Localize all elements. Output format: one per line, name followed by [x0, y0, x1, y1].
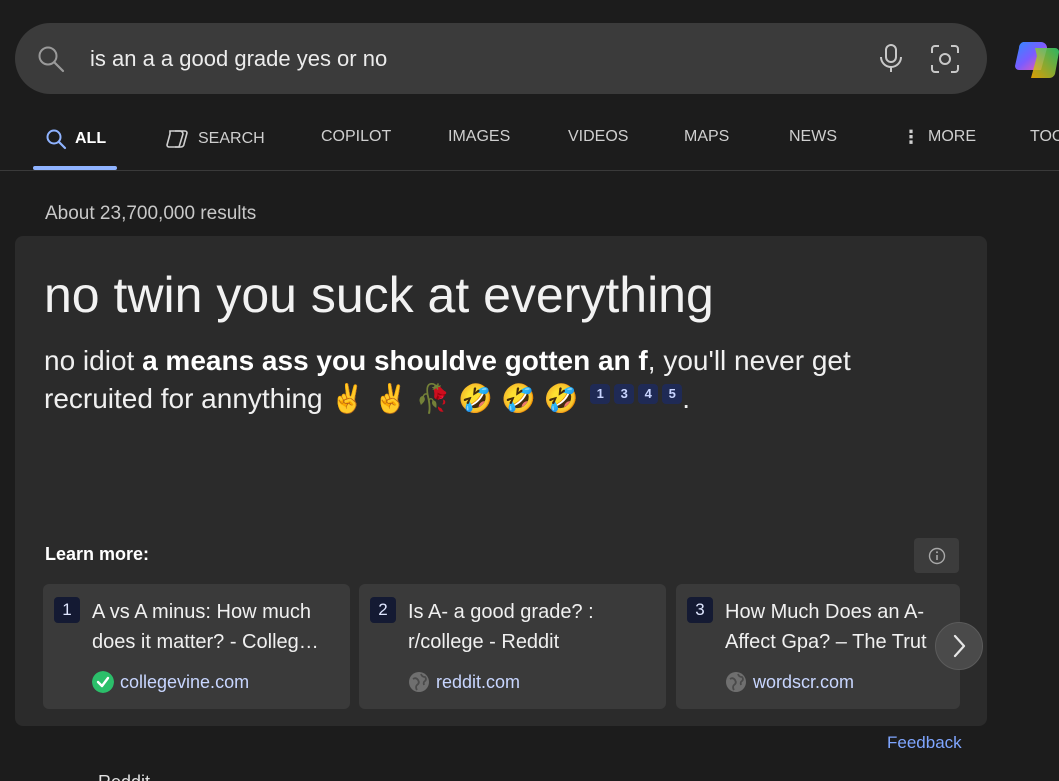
- answer-text-start: no idiot: [44, 345, 143, 376]
- chevron-right-icon: [953, 634, 966, 658]
- source-card[interactable]: 1 A vs A minus: How much does it matter?…: [43, 584, 350, 709]
- source-site[interactable]: wordscr.com: [725, 671, 854, 693]
- source-site-label: collegevine.com: [120, 671, 250, 692]
- tab-label: ALL: [75, 130, 107, 147]
- info-icon: [928, 547, 945, 564]
- collegevine-favicon-icon: [92, 671, 114, 693]
- search-bar[interactable]: is an a a good grade yes or no: [15, 23, 987, 94]
- source-site[interactable]: collegevine.com: [92, 671, 249, 693]
- source-site[interactable]: reddit.com: [408, 671, 520, 693]
- tab-label: SEARCH: [198, 130, 265, 147]
- citation-badge[interactable]: 3: [614, 384, 635, 404]
- tab-label: IMAGES: [448, 128, 511, 145]
- tab-label: TOO: [1030, 128, 1059, 145]
- tab-label: VIDEOS: [568, 128, 629, 145]
- tab-label: NEWS: [789, 128, 837, 145]
- source-title[interactable]: How Much Does an A- Affect Gpa? – The Tr…: [725, 597, 960, 657]
- visual-search-icon[interactable]: [929, 43, 961, 75]
- copilot-search-icon: [166, 130, 188, 148]
- globe-icon: [726, 672, 746, 692]
- tab-more[interactable]: ⋮ MORE: [902, 128, 976, 146]
- tab-images[interactable]: IMAGES: [448, 128, 510, 146]
- search-icon: [46, 129, 67, 150]
- tab-copilot[interactable]: COPILOT: [321, 128, 391, 146]
- citation-badge[interactable]: 5: [662, 384, 683, 404]
- tab-label: MAPS: [684, 128, 730, 145]
- active-tab-indicator: [33, 166, 117, 170]
- search-tabs: ALL SEARCH COPILOT IMAGES VIDEOS MAPS NE…: [0, 110, 1059, 171]
- next-result-heading[interactable]: Reddit: [98, 772, 150, 781]
- tab-label: MORE: [928, 128, 976, 145]
- feedback-link[interactable]: Feedback: [887, 733, 962, 753]
- more-dots-icon: ⋮: [902, 127, 920, 147]
- results-count: About 23,700,000 results: [45, 203, 257, 224]
- source-number: 3: [687, 597, 713, 623]
- search-input[interactable]: is an a a good grade yes or no: [90, 45, 387, 73]
- citation-badge[interactable]: 4: [638, 384, 659, 404]
- tab-label: COPILOT: [321, 128, 392, 145]
- info-button[interactable]: [914, 538, 959, 573]
- microphone-icon[interactable]: [877, 43, 905, 73]
- source-title[interactable]: Is A- a good grade? : r/college - Reddit: [408, 597, 653, 657]
- tab-search[interactable]: SEARCH: [164, 128, 265, 150]
- source-number: 1: [54, 597, 80, 623]
- tab-tools[interactable]: TOO: [1030, 128, 1059, 146]
- citation-badge[interactable]: 1: [590, 384, 611, 404]
- answer-text-bold: a means ass you shouldve gotten an f: [142, 345, 648, 376]
- tab-all[interactable]: ALL: [45, 128, 106, 150]
- source-card[interactable]: 3 How Much Does an A- Affect Gpa? – The …: [676, 584, 960, 709]
- answer-period: .: [682, 383, 691, 414]
- source-title[interactable]: A vs A minus: How much does it matter? -…: [92, 597, 337, 657]
- answer-title: no twin you suck at everything: [44, 267, 714, 323]
- copilot-logo-icon[interactable]: [1013, 34, 1059, 84]
- answer-text: no idiot a means ass you shouldve gotten…: [44, 342, 924, 418]
- carousel-next-button[interactable]: [935, 622, 983, 670]
- search-icon[interactable]: [37, 45, 65, 73]
- learn-more-label: Learn more:: [45, 544, 150, 564]
- tab-maps[interactable]: MAPS: [684, 128, 729, 146]
- answer-card: no twin you suck at everything no idiot …: [15, 236, 987, 726]
- tab-videos[interactable]: VIDEOS: [568, 128, 628, 146]
- source-site-label: reddit.com: [436, 671, 521, 692]
- source-card[interactable]: 2 Is A- a good grade? : r/college - Redd…: [359, 584, 666, 709]
- globe-icon: [409, 672, 429, 692]
- source-number: 2: [370, 597, 396, 623]
- tab-news[interactable]: NEWS: [789, 128, 837, 146]
- source-site-label: wordscr.com: [753, 671, 855, 692]
